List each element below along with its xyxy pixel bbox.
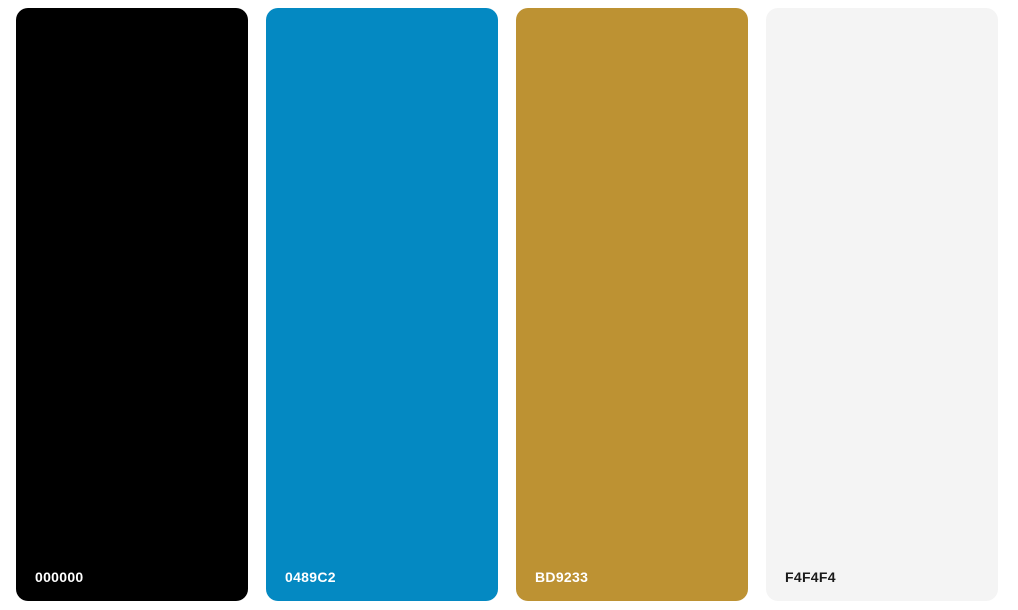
- color-swatch-bd9233[interactable]: BD9233: [516, 8, 748, 601]
- swatch-hex-label: F4F4F4: [785, 569, 836, 585]
- color-swatch-f4f4f4[interactable]: F4F4F4: [766, 8, 998, 601]
- swatch-hex-label: 0489C2: [285, 569, 336, 585]
- swatch-hex-label: BD9233: [535, 569, 589, 585]
- swatch-hex-label: 000000: [35, 569, 84, 585]
- color-swatch-000000[interactable]: 000000: [16, 8, 248, 601]
- color-swatch-0489c2[interactable]: 0489C2: [266, 8, 498, 601]
- color-palette: 000000 0489C2 BD9233 F4F4F4: [0, 0, 1018, 610]
